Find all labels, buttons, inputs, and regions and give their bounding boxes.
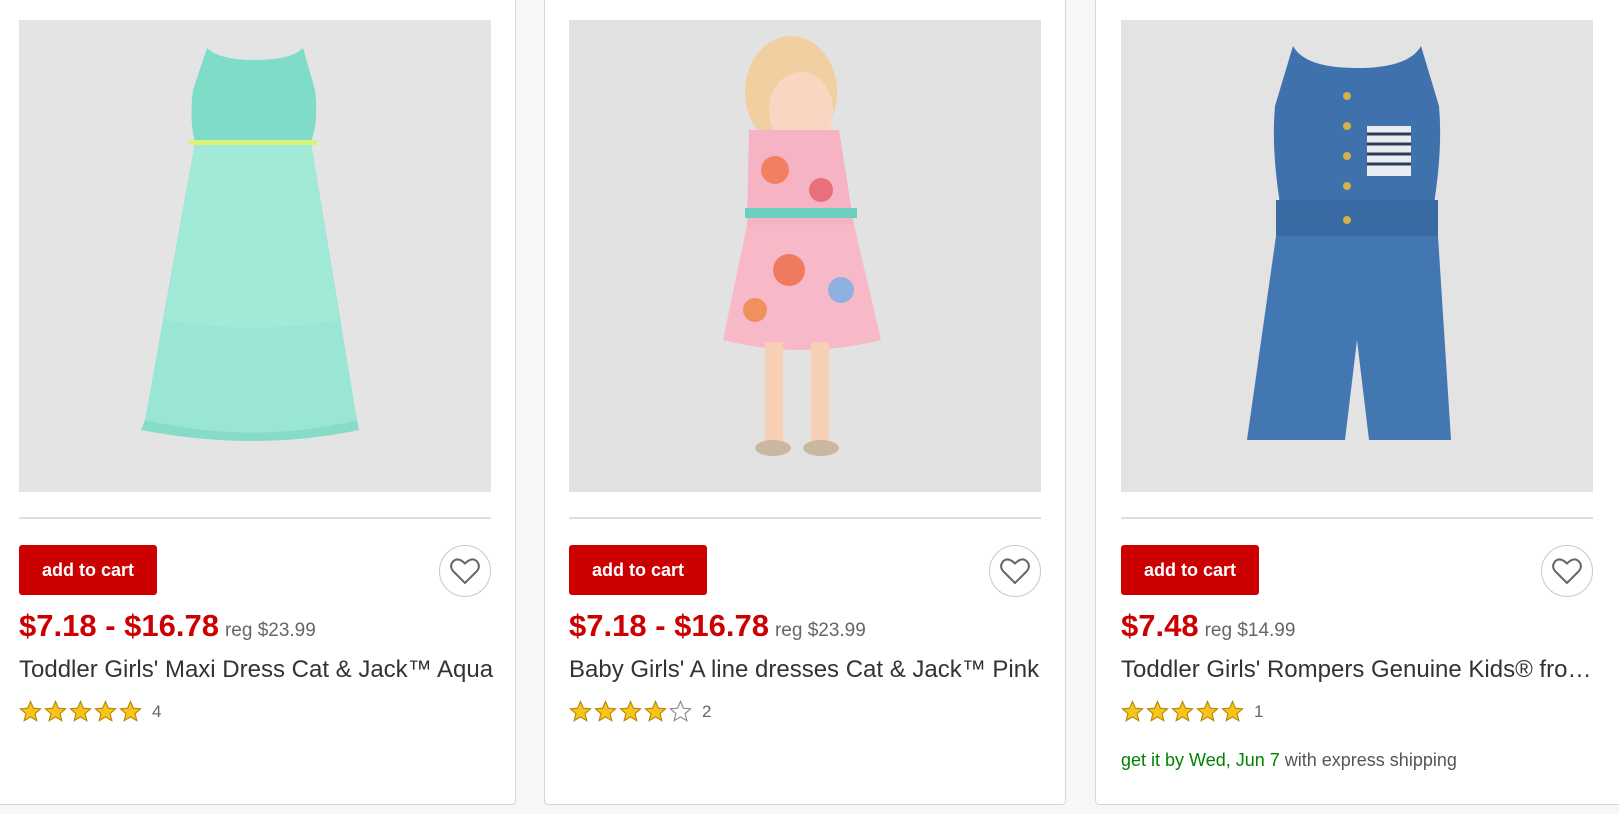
- product-card: add to cart $7.18 - $16.78 reg $23.99 Bab…: [544, 0, 1066, 805]
- divider: [569, 517, 1041, 519]
- regular-price: reg $23.99: [774, 620, 866, 641]
- add-to-cart-button[interactable]: add to cart: [569, 545, 707, 595]
- floral-dress-image: [569, 20, 1041, 492]
- review-count: 1: [1254, 701, 1264, 721]
- delivery-date: get it by Wed, Jun 7: [1121, 750, 1280, 770]
- favorite-button[interactable]: [989, 545, 1041, 597]
- regular-price: reg $23.99: [224, 620, 316, 641]
- star-filled-icon: [1146, 700, 1169, 722]
- price-row: $7.18 - $16.78 reg $23.99: [19, 608, 316, 644]
- product-card: add to cart $7.48 reg $14.99 Toddler Girl…: [1095, 0, 1619, 805]
- product-image[interactable]: [1121, 20, 1593, 492]
- star-filled-icon: [594, 700, 617, 722]
- price-row: $7.18 - $16.78 reg $23.99: [569, 608, 866, 644]
- denim-romper-image: [1121, 20, 1593, 492]
- product-title-link[interactable]: Toddler Girls' Rompers Genuine Kids® fro…: [1121, 656, 1611, 684]
- star-filled-icon: [44, 700, 67, 722]
- star-filled-icon: [94, 700, 117, 722]
- star-filled-icon: [119, 700, 142, 722]
- favorite-button[interactable]: [439, 545, 491, 597]
- star-filled-icon: [1221, 700, 1244, 722]
- sale-price: $7.48: [1121, 608, 1199, 643]
- review-count: 4: [152, 701, 162, 721]
- star-filled-icon: [619, 700, 642, 722]
- star-filled-icon: [644, 700, 667, 722]
- product-grid: add to cart $7.18 - $16.78 reg $23.99 Tod…: [0, 0, 1619, 814]
- star-filled-icon: [69, 700, 92, 722]
- divider: [1121, 517, 1593, 519]
- star-filled-icon: [19, 700, 42, 722]
- star-filled-icon: [1196, 700, 1219, 722]
- add-to-cart-button[interactable]: add to cart: [1121, 545, 1259, 595]
- heart-outline-icon: [1552, 558, 1582, 585]
- favorite-button[interactable]: [1541, 545, 1593, 597]
- regular-price: reg $14.99: [1204, 620, 1296, 641]
- sale-price: $7.18 - $16.78: [569, 608, 769, 643]
- heart-outline-icon: [450, 558, 480, 585]
- star-empty-icon: [669, 700, 692, 722]
- product-image[interactable]: [569, 20, 1041, 492]
- review-count: 2: [702, 701, 712, 721]
- sale-price: $7.18 - $16.78: [19, 608, 219, 643]
- add-to-cart-button[interactable]: add to cart: [19, 545, 157, 595]
- star-filled-icon: [1121, 700, 1144, 722]
- shipping-info: get it by Wed, Jun 7 with express shippi…: [1121, 750, 1457, 771]
- star-rating[interactable]: 2: [569, 700, 711, 723]
- star-filled-icon: [1171, 700, 1194, 722]
- mint-dress-image: [19, 20, 491, 492]
- product-image[interactable]: [19, 20, 491, 492]
- star-rating[interactable]: 4: [19, 700, 161, 723]
- product-title-link[interactable]: Baby Girls' A line dresses Cat & Jack™ P…: [569, 656, 1044, 684]
- heart-outline-icon: [1000, 558, 1030, 585]
- star-rating[interactable]: 1: [1121, 700, 1263, 723]
- divider: [19, 517, 491, 519]
- star-filled-icon: [569, 700, 592, 722]
- product-card: add to cart $7.18 - $16.78 reg $23.99 Tod…: [0, 0, 516, 805]
- price-row: $7.48 reg $14.99: [1121, 608, 1295, 644]
- product-title-link[interactable]: Toddler Girls' Maxi Dress Cat & Jack™ Aq…: [19, 656, 494, 684]
- shipping-method: with express shipping: [1279, 750, 1457, 770]
